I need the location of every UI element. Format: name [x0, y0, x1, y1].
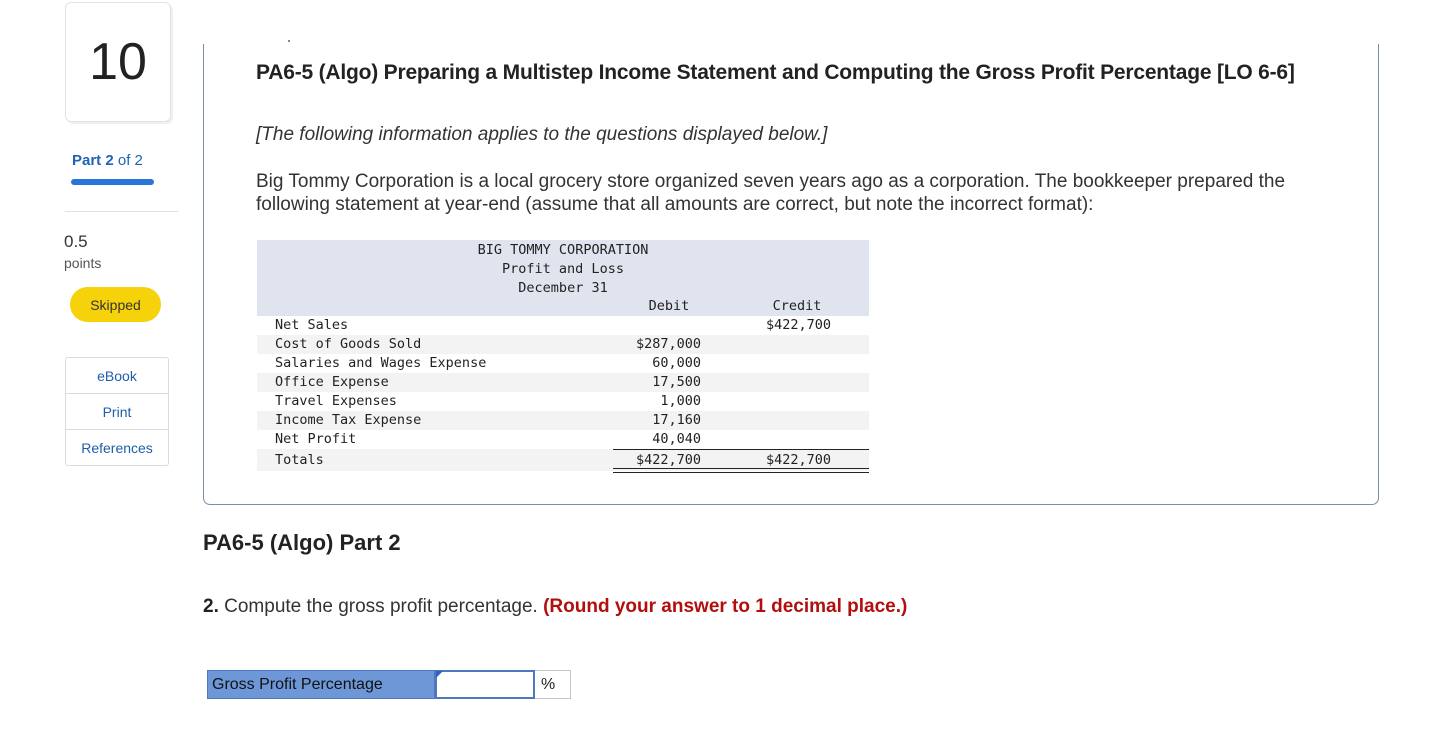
statement-row: Income Tax Expense 17,160 — [257, 411, 869, 430]
statement-row: Salaries and Wages Expense 60,000 — [257, 354, 869, 373]
question-body: Big Tommy Corporation is a local grocery… — [256, 171, 1286, 215]
row-debit: 40,040 — [652, 431, 701, 447]
statement-row: Travel Expenses 1,000 — [257, 392, 869, 411]
row-label: Cost of Goods Sold — [275, 336, 422, 352]
ebook-link[interactable]: eBook — [66, 358, 168, 394]
status-badge: Skipped — [70, 287, 161, 322]
row-label: Totals — [275, 452, 324, 468]
row-debit: 17,160 — [652, 412, 701, 428]
input-flag-icon — [436, 671, 443, 678]
references-link[interactable]: References — [66, 430, 168, 465]
gross-profit-percentage-input[interactable] — [435, 670, 535, 699]
info-note: [The following information applies to th… — [256, 124, 828, 145]
question-number-label: 2. — [203, 596, 219, 617]
row-label: Net Sales — [275, 317, 349, 333]
row-debit: $422,700 — [635, 452, 701, 468]
statement-date: December 31 — [518, 280, 608, 296]
part-indicator: Part 2 of 2 — [72, 152, 143, 169]
question-number: 10 — [65, 2, 171, 122]
row-debit: 1,000 — [660, 393, 701, 409]
credit-column-header: Credit — [772, 298, 822, 314]
percent-unit: % — [535, 670, 571, 699]
statement-row: Office Expense 17,500 — [257, 373, 869, 392]
scroll-marker — [288, 40, 290, 42]
points-label: points — [64, 255, 102, 271]
row-label: Office Expense — [275, 374, 389, 390]
part-of: of 2 — [117, 152, 143, 169]
row-credit: $422,700 — [765, 452, 831, 468]
question-title: PA6-5 (Algo) Preparing a Multistep Incom… — [256, 61, 1295, 84]
row-label: Travel Expenses — [275, 393, 397, 409]
statement-header: BIG TOMMY CORPORATION Profit and Loss De… — [257, 240, 869, 316]
statement-title: Profit and Loss — [502, 261, 624, 277]
part-progress-bar — [71, 179, 154, 185]
statement-row: Net Profit 40,040 — [257, 430, 869, 449]
statement-row: Cost of Goods Sold $287,000 — [257, 335, 869, 354]
row-debit: 60,000 — [652, 355, 701, 371]
part-current: 2 — [105, 152, 114, 169]
row-debit: 17,500 — [652, 374, 701, 390]
statement-row: Net Sales $422,700 — [257, 316, 869, 335]
part-prefix: Part — [72, 152, 102, 169]
row-label: Salaries and Wages Expense — [275, 355, 487, 371]
question-text: Compute the gross profit percentage. — [218, 596, 544, 617]
statement-company: BIG TOMMY CORPORATION — [477, 242, 649, 258]
row-label: Income Tax Expense — [275, 412, 422, 428]
total-double-underline — [613, 468, 869, 473]
profit-loss-statement: BIG TOMMY CORPORATION Profit and Loss De… — [257, 240, 869, 473]
answer-label: Gross Profit Percentage — [207, 670, 435, 699]
row-credit: $422,700 — [765, 317, 831, 333]
part2-question: 2. Compute the gross profit percentage. … — [203, 596, 907, 618]
row-label: Net Profit — [275, 431, 357, 447]
row-debit: $287,000 — [635, 336, 701, 352]
part2-title: PA6-5 (Algo) Part 2 — [203, 530, 401, 555]
total-underline — [613, 449, 869, 450]
sidebar-divider — [65, 211, 178, 212]
statement-totals-row: Totals $422,700 $422,700 — [257, 449, 869, 473]
resources-panel: eBook Print References — [65, 357, 169, 466]
rounding-hint: (Round your answer to 1 decimal place.) — [543, 596, 908, 617]
points-value: 0.5 — [64, 232, 88, 251]
debit-column-header: Debit — [648, 298, 690, 314]
print-link[interactable]: Print — [66, 394, 168, 430]
